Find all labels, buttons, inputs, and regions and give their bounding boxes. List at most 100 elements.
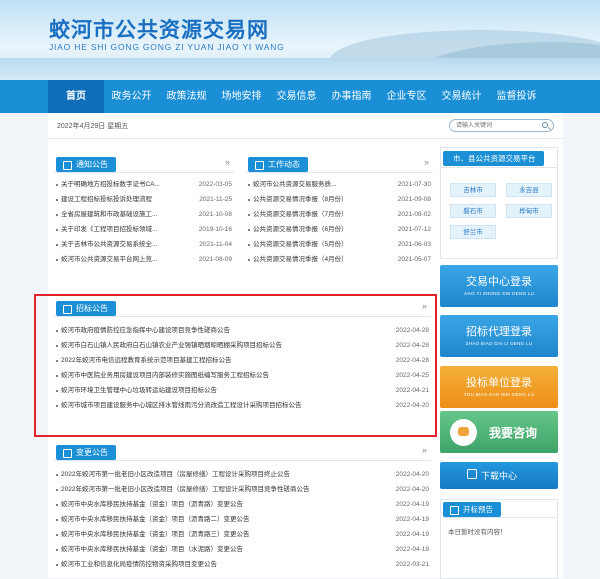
city-platform-panel: 市、县公共资源交易平台 吉林市 永吉县 磐石市 桦甸市 舒兰市 bbox=[440, 147, 558, 259]
list-item-title[interactable]: 公共资源交易情况季报（5月份） bbox=[253, 237, 348, 252]
list-item-date: 2021-11-04 bbox=[199, 241, 232, 248]
list-item[interactable]: 蛟河市工业和信息化局疫情防控物资采购项目变更公告 2022-03-21 bbox=[54, 557, 431, 572]
nav-home[interactable]: 首页 bbox=[48, 80, 104, 113]
search-input[interactable] bbox=[456, 120, 538, 131]
nav-trade-info[interactable]: 交易信息 bbox=[269, 80, 324, 113]
list-item-date: 2021-08-02 bbox=[397, 211, 431, 218]
list-item-date: 2022-04-19 bbox=[395, 501, 429, 508]
list-item-title[interactable]: 公共资源交易情况季报（7月份） bbox=[253, 207, 348, 222]
list-item[interactable]: 2022年蛟河市第一批老旧小区改造项目（房屋修缮）工程设计采购项目竞争性磋商公告… bbox=[54, 482, 431, 497]
list-item[interactable]: 蛟河市公共资源交易服务质... 2021-07-30 bbox=[246, 177, 433, 192]
list-item-date: 2022-04-19 bbox=[395, 531, 429, 538]
list-item-date: 2021-11-25 bbox=[199, 196, 232, 203]
header-banner: 蛟河市公共资源交易网 JIAO HE SHI GONG GONG ZI YUAN… bbox=[0, 0, 600, 80]
nav-guide[interactable]: 办事指南 bbox=[324, 80, 379, 113]
bid-opening-title: 开标预告 bbox=[443, 502, 501, 517]
list-item[interactable]: 公共资源交易情况季报（5月份） 2021-06-03 bbox=[246, 237, 433, 252]
list-item-title[interactable]: 公共资源交易情况季报（6月份） bbox=[253, 222, 348, 237]
list-item-title[interactable]: 关于明确地方招投标数字证书CA... bbox=[61, 177, 160, 192]
list-item-title[interactable]: 建设工程招标投标投诉处理流程 bbox=[61, 192, 152, 207]
nav-statistics[interactable]: 交易统计 bbox=[434, 80, 489, 113]
list-item[interactable]: 蛟河市中央水库移民扶持基金（资金）项目（水泥路）变更公告 2022-04-19 bbox=[54, 542, 431, 557]
work-panel: 工作动态 » 蛟河市公共资源交易服务质... 2021-07-30 公共资源交易情况… bbox=[246, 155, 433, 267]
agent-login-button[interactable]: 招标代理登录 ZHAO BIAO DAI LI DENG LU bbox=[440, 315, 558, 357]
list-item-date: 2021-06-03 bbox=[397, 241, 431, 248]
list-item-date: 2021-10-08 bbox=[198, 211, 232, 218]
more-arrow-icon[interactable]: » bbox=[424, 157, 429, 167]
list-item[interactable]: 建设工程招标投标投诉处理流程 2021-11-25 bbox=[54, 192, 234, 207]
list-item[interactable]: 关于印发《工程项目招投标领域... 2019-10-16 bbox=[54, 222, 234, 237]
bidder-login-button[interactable]: 投标单位登录 TOU BIAO DAN WEI DENG LU bbox=[440, 366, 558, 408]
list-item-date: 2021-07-30 bbox=[397, 181, 431, 188]
list-item-title[interactable]: 公共资源交易情况季报（4月份） bbox=[253, 252, 348, 267]
more-arrow-icon[interactable]: » bbox=[225, 157, 230, 167]
list-item-title[interactable]: 蛟河市公共资源交易平台网上竞... bbox=[61, 252, 157, 267]
city-link-huadian[interactable]: 桦甸市 bbox=[506, 204, 552, 218]
nav-government-affairs[interactable]: 政务公开 bbox=[104, 80, 159, 113]
nav-complaints[interactable]: 监督投诉 bbox=[489, 80, 544, 113]
list-item-date: 2022-04-20 bbox=[395, 486, 429, 493]
search-icon[interactable] bbox=[542, 122, 548, 128]
trade-center-login-button[interactable]: 交易中心登录 JIAO YI ZHONG XIN DENG LU bbox=[440, 265, 558, 307]
city-link-panshi[interactable]: 磐石市 bbox=[450, 204, 496, 218]
list-item[interactable]: 蛟河市公共资源交易平台网上竞... 2021-08-09 bbox=[54, 252, 234, 267]
city-link-shulan[interactable]: 舒兰市 bbox=[450, 225, 496, 239]
list-item-title[interactable]: 蛟河市中央水库移民扶持基金（资金）项目（沥青路）变更公告 bbox=[61, 497, 243, 512]
list-item-title[interactable]: 蛟河市工业和信息化局疫情防控物资采购项目变更公告 bbox=[61, 557, 217, 572]
list-item[interactable]: 公共资源交易情况季报（7月份） 2021-08-02 bbox=[246, 207, 433, 222]
city-platform-title: 市、县公共资源交易平台 bbox=[443, 151, 544, 166]
banner-water bbox=[0, 58, 600, 80]
list-item-title[interactable]: 蛟河市中央水库移民扶持基金（资金）项目（水泥路）变更公告 bbox=[61, 542, 243, 557]
city-link-jilin[interactable]: 吉林市 bbox=[450, 183, 496, 197]
list-item-title[interactable]: 公共资源交易情况季报（8月份） bbox=[253, 192, 348, 207]
list-item-title[interactable]: 关于印发《工程项目招投标领域... bbox=[61, 222, 157, 237]
main-nav: 首页 政务公开 政策法规 场地安排 交易信息 办事指南 企业专区 交易统计 监督… bbox=[0, 80, 600, 113]
list-item[interactable]: 蛟河市中央水库移民扶持基金（资金）项目（沥青路二）变更公告 2022-04-19 bbox=[54, 512, 431, 527]
info-bar: 2022年4月29日 星期五 bbox=[48, 113, 563, 139]
list-item-title[interactable]: 2022年蛟河市第一批老旧小区改造项目（房屋修缮）工程设计采购项目终止公告 bbox=[61, 467, 290, 482]
list-item-date: 2022-04-19 bbox=[395, 546, 429, 553]
bid-opening-panel: 开标预告 本日暂时没有内容！ bbox=[440, 499, 558, 579]
list-item-date: 2021-05-07 bbox=[397, 256, 431, 263]
list-item[interactable]: 公共资源交易情况季报（6月份） 2021-07-12 bbox=[246, 222, 433, 237]
nav-venue[interactable]: 场地安排 bbox=[214, 80, 269, 113]
list-item[interactable]: 公共资源交易情况季报（4月份） 2021-05-07 bbox=[246, 252, 433, 267]
nav-policies[interactable]: 政策法规 bbox=[159, 80, 214, 113]
nav-enterprise[interactable]: 企业专区 bbox=[379, 80, 434, 113]
list-item-title[interactable]: 蛟河市公共资源交易服务质... bbox=[253, 177, 336, 192]
list-item[interactable]: 关于吉林市公共资源交易系统全... 2021-11-04 bbox=[54, 237, 234, 252]
list-item-date: 2021-07-12 bbox=[397, 226, 431, 233]
bid-opening-text: 本日暂时没有内容！ bbox=[448, 529, 507, 536]
download-center-button[interactable]: 下载中心 bbox=[440, 462, 558, 489]
list-item[interactable]: 蛟河市中央水库移民扶持基金（资金）项目（沥青路三）变更公告 2022-04-19 bbox=[54, 527, 431, 542]
consult-button[interactable]: 我要咨询 bbox=[440, 411, 558, 453]
site-title-pinyin: JIAO HE SHI GONG GONG ZI YUAN JIAO YI WA… bbox=[49, 42, 285, 52]
list-item[interactable]: 关于明确地方招投标数字证书CA... 2022-03-05 bbox=[54, 177, 234, 192]
download-icon bbox=[467, 469, 477, 479]
list-item[interactable]: 2022年蛟河市第一批老旧小区改造项目（房屋修缮）工程设计采购项目终止公告 202… bbox=[54, 467, 431, 482]
change-panel: 变更公告 » 2022年蛟河市第一批老旧小区改造项目（房屋修缮）工程设计采购项目… bbox=[54, 443, 431, 572]
list-item-date: 2019-10-16 bbox=[198, 226, 232, 233]
list-item-title[interactable]: 蛟河市中央水库移民扶持基金（资金）项目（沥青路三）变更公告 bbox=[61, 527, 250, 542]
work-tab[interactable]: 工作动态 bbox=[248, 157, 308, 172]
list-item[interactable]: 全省房屋建筑和市政基础设施工... 2021-10-08 bbox=[54, 207, 234, 222]
change-tab[interactable]: 变更公告 bbox=[56, 445, 116, 460]
site-title[interactable]: 蛟河市公共资源交易网 bbox=[49, 14, 269, 44]
list-item-title[interactable]: 全省房屋建筑和市政基础设施工... bbox=[61, 207, 157, 222]
search-box bbox=[449, 119, 554, 132]
list-item-title[interactable]: 关于吉林市公共资源交易系统全... bbox=[61, 237, 157, 252]
more-arrow-icon[interactable]: » bbox=[422, 445, 427, 455]
list-item[interactable]: 公共资源交易情况季报（8月份） 2021-09-08 bbox=[246, 192, 433, 207]
list-item-title[interactable]: 2022年蛟河市第一批老旧小区改造项目（房屋修缮）工程设计采购项目竞争性磋商公告 bbox=[61, 482, 309, 497]
notice-panel: 通知公告 » 关于明确地方招投标数字证书CA... 2022-03-05 建设工程招… bbox=[54, 155, 234, 267]
list-item-title[interactable]: 蛟河市中央水库移民扶持基金（资金）项目（沥青路二）变更公告 bbox=[61, 512, 250, 527]
notice-tab[interactable]: 通知公告 bbox=[56, 157, 116, 172]
current-date: 2022年4月29日 星期五 bbox=[57, 123, 129, 130]
list-item-date: 2022-03-05 bbox=[198, 181, 232, 188]
list-item[interactable]: 蛟河市中央水库移民扶持基金（资金）项目（沥青路）变更公告 2022-04-19 bbox=[54, 497, 431, 512]
highlight-box bbox=[34, 294, 437, 437]
city-link-yongji[interactable]: 永吉县 bbox=[506, 183, 552, 197]
list-item-date: 2022-04-19 bbox=[395, 516, 429, 523]
list-item-date: 2021-09-08 bbox=[397, 196, 431, 203]
list-item-date: 2022-03-21 bbox=[395, 561, 429, 568]
